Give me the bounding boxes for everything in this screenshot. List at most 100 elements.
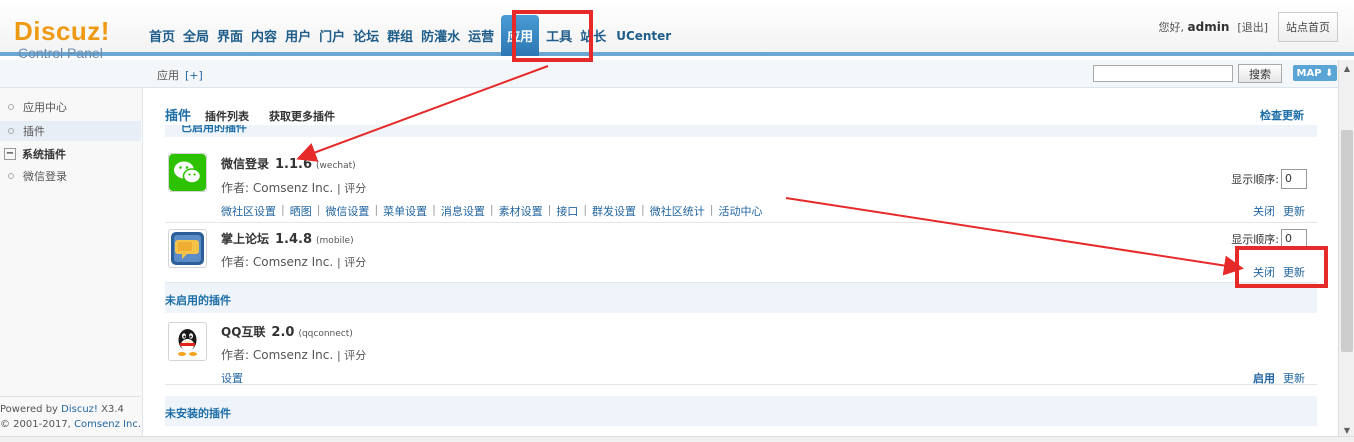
sub-bar: 应用 [+] 搜索 MAP ⬇: [0, 60, 1338, 88]
nav-item-global[interactable]: 全局: [179, 15, 213, 56]
update-plugin-button[interactable]: 更新: [1283, 372, 1305, 385]
link-message-settings[interactable]: 消息设置: [441, 203, 485, 219]
link-settings[interactable]: 设置: [221, 370, 243, 386]
nav-item-home[interactable]: 首页: [145, 15, 179, 56]
sidebar-item-label: 微信登录: [23, 170, 67, 183]
search-input[interactable]: [1093, 65, 1233, 82]
bullet-icon: [8, 173, 14, 179]
link-community-stats[interactable]: 微社区统计: [650, 203, 705, 219]
logo-subtitle: Control Panel: [18, 45, 103, 61]
nav-item-extended[interactable]: 运营: [464, 15, 498, 56]
page-title: 插件: [165, 109, 192, 124]
enable-plugin-button[interactable]: 启用: [1253, 372, 1275, 385]
display-order-input[interactable]: 0: [1281, 169, 1307, 189]
wechat-icon: [168, 153, 207, 192]
nav-item-forum[interactable]: 论坛: [349, 15, 383, 56]
plugin-settings-links: 设置: [221, 370, 243, 386]
plugin-name: 微信登录 1.1.6 (wechat): [221, 155, 356, 172]
main-content: 插件 插件列表 获取更多插件 检查更新 已启用的插件 微信登录 1.1.6 (wec: [144, 88, 1338, 442]
greeting-text: 您好,: [1158, 21, 1185, 34]
sidebar-item-label: 插件: [23, 125, 45, 138]
plugin-version: 1.4.8: [275, 232, 313, 247]
plugin-settings-links: 微社区设置 | 晒图 | 微信设置 | 菜单设置 | 消息设置 | 素材设置 | 接口 | 群…: [221, 203, 762, 219]
close-plugin-button[interactable]: 关闭: [1253, 205, 1275, 218]
rate-link[interactable]: | 评分: [337, 349, 366, 362]
separator: |: [547, 203, 552, 216]
copyright: © 2001-2017, Comsenz Inc.: [0, 417, 141, 432]
company-link[interactable]: Comsenz Inc.: [74, 419, 141, 430]
plugin-row-wechat: 微信登录 1.1.6 (wechat) 作者: Comsenz Inc. | 评分 …: [165, 145, 1317, 223]
sidebar-item-plugins[interactable]: 插件: [0, 121, 141, 141]
scroll-up-icon[interactable]: ▲: [1339, 60, 1354, 76]
tab-bar: 插件 插件列表 获取更多插件: [165, 105, 355, 124]
nav-item-content[interactable]: 内容: [247, 15, 281, 56]
display-order-label: 显示顺序:: [1231, 173, 1279, 186]
disabled-section-label: 未启用的插件: [165, 294, 231, 307]
map-button[interactable]: MAP ⬇: [1293, 65, 1337, 81]
powered-by-text: Powered by: [0, 404, 58, 415]
bullet-icon: [8, 104, 14, 110]
separator: |: [641, 203, 645, 216]
link-material-settings[interactable]: 素材设置: [499, 203, 543, 219]
tab-plugin-list[interactable]: 插件列表: [205, 108, 249, 124]
separator: |: [432, 203, 436, 216]
nav-item-ucenter[interactable]: UCenter: [612, 15, 675, 56]
nav-item-group[interactable]: 群组: [383, 15, 417, 56]
search-button[interactable]: 搜索: [1238, 64, 1282, 83]
link-menu-settings[interactable]: 菜单设置: [383, 203, 427, 219]
author-text: 作者: Comsenz Inc.: [221, 255, 334, 269]
enabled-section-label: 已启用的插件: [181, 125, 247, 134]
separator: |: [374, 203, 379, 216]
link-activity-center[interactable]: 活动中心: [718, 203, 762, 219]
separator: |: [709, 203, 714, 216]
link-show-pics[interactable]: 晒图: [290, 203, 312, 219]
nav-item-safe[interactable]: 防灌水: [417, 15, 464, 56]
nav-item-style[interactable]: 界面: [213, 15, 247, 56]
sidebar-footer: Powered by Discuz! X3.4 © 2001-2017, Com…: [0, 402, 141, 432]
site-home-button[interactable]: 站点首页: [1278, 12, 1338, 42]
scrollbar-thumb[interactable]: [1341, 130, 1353, 352]
main-nav: 首页 全局 界面 内容 用户 门户 论坛 群组 防灌水 运营 应用 工具 站长 …: [145, 15, 675, 56]
add-shortcut-link[interactable]: [+]: [185, 69, 203, 82]
enabled-section-header: 已启用的插件: [165, 125, 1317, 137]
collapse-icon: −: [4, 148, 16, 160]
breadcrumb-current: 应用: [157, 69, 179, 82]
version-text: X3.4: [101, 404, 124, 415]
horizontal-scrollbar[interactable]: [0, 436, 1354, 442]
logout-link[interactable]: [退出]: [1237, 19, 1268, 35]
powered-by: Powered by Discuz! X3.4: [0, 402, 141, 417]
sidebar-item-app-center[interactable]: 应用中心: [0, 97, 141, 117]
username: admin: [1187, 20, 1230, 34]
nav-item-portal[interactable]: 门户: [315, 15, 349, 56]
nav-item-user[interactable]: 用户: [281, 15, 315, 56]
rate-link[interactable]: | 评分: [337, 182, 366, 195]
plugin-id: (wechat): [316, 161, 356, 171]
sidebar-divider: [0, 396, 141, 397]
plugin-version: 1.1.6: [275, 157, 313, 172]
sidebar-group-label: 系统插件: [22, 148, 66, 161]
link-broadcast-settings[interactable]: 群发设置: [592, 203, 636, 219]
update-plugin-button[interactable]: 更新: [1283, 205, 1305, 218]
sidebar-item-label: 应用中心: [23, 101, 67, 114]
breadcrumb: 应用 [+]: [157, 67, 203, 83]
plugin-title: 掌上论坛: [221, 232, 270, 246]
link-wechat-settings[interactable]: 微信设置: [325, 203, 369, 219]
header: Discuz! Control Panel 首页 全局 界面 内容 用户 门户 …: [0, 0, 1354, 61]
link-interface[interactable]: 接口: [556, 203, 578, 219]
separator: |: [583, 203, 588, 216]
logo[interactable]: Discuz! Control Panel: [14, 18, 110, 61]
product-link[interactable]: Discuz!: [61, 404, 98, 415]
plugin-title: 微信登录: [221, 157, 270, 171]
sidebar-item-wechat-login[interactable]: 微信登录: [0, 166, 141, 186]
sidebar-group-system-plugins[interactable]: − 系统插件: [4, 146, 66, 162]
link-community-settings[interactable]: 微社区设置: [221, 203, 276, 219]
admin-page: Discuz! Control Panel 首页 全局 界面 内容 用户 门户 …: [0, 0, 1354, 442]
check-update-link[interactable]: 检查更新: [1260, 107, 1304, 123]
rate-link[interactable]: | 评分: [337, 256, 366, 269]
tab-get-more-plugins[interactable]: 获取更多插件: [269, 108, 335, 124]
vertical-scrollbar[interactable]: ▲ ▼: [1338, 60, 1354, 438]
plugin-actions: 关闭 更新: [1245, 203, 1305, 219]
logo-brand: Discuz!: [14, 16, 110, 46]
plugin-name: 掌上论坛 1.4.8 (mobile): [221, 230, 354, 247]
plugin-row-mobile: 掌上论坛 1.4.8 (mobile) 作者: Comsenz Inc. | 评分 …: [165, 223, 1317, 283]
